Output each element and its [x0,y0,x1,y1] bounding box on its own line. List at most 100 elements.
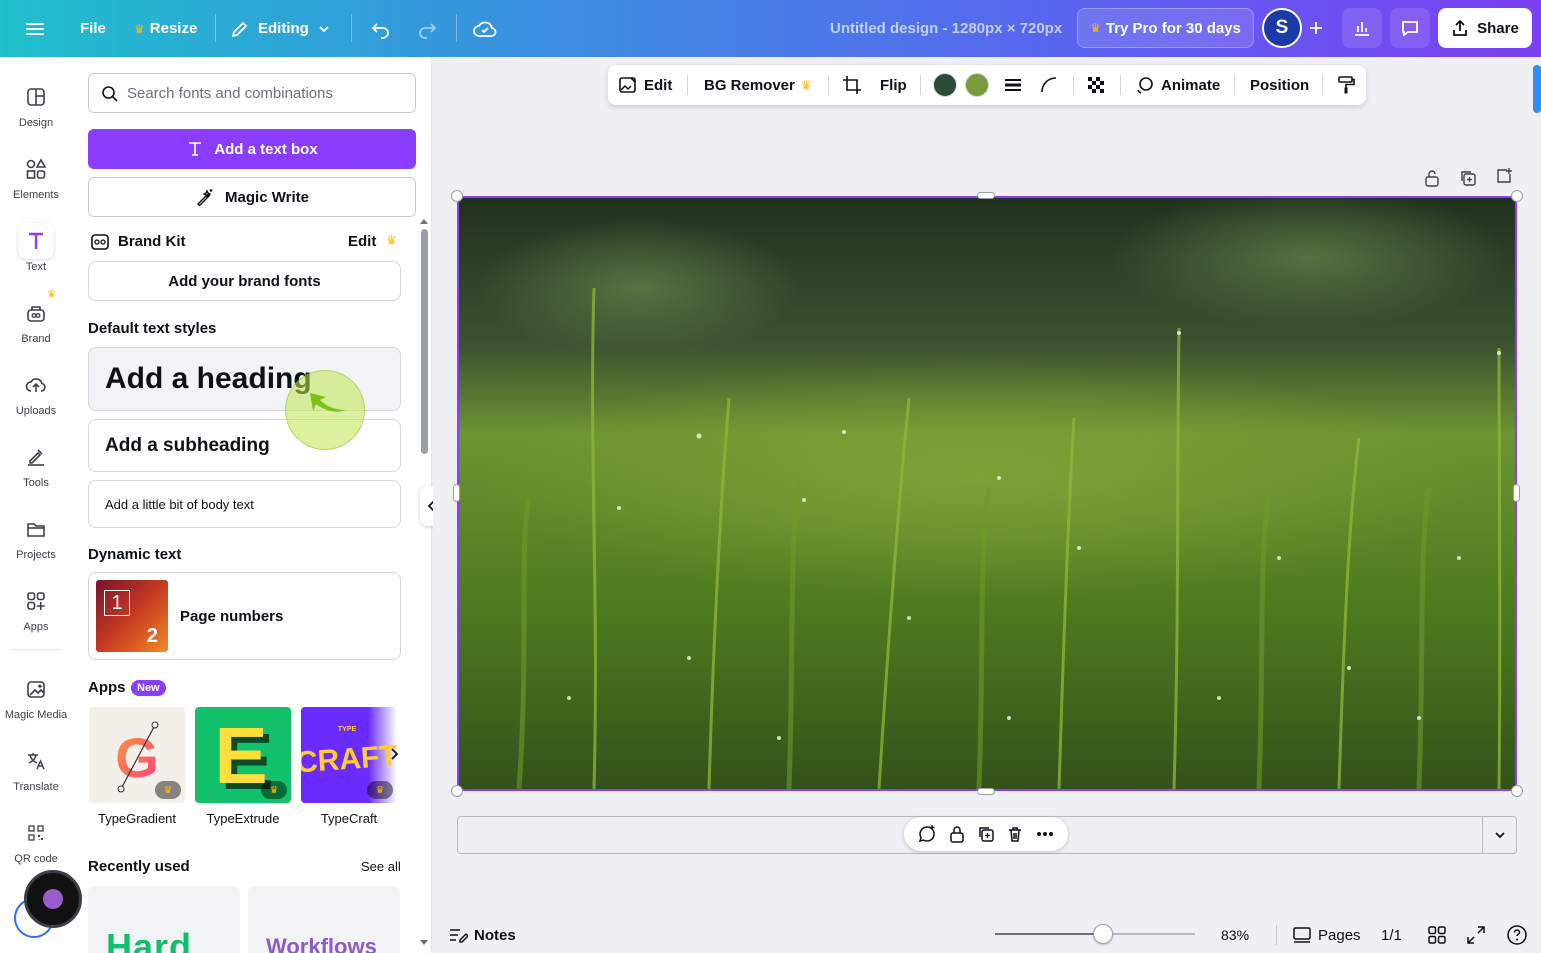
menu-icon[interactable] [24,0,46,57]
rail-item-projects[interactable]: Projects [0,511,72,561]
more-icon[interactable] [1035,824,1055,844]
crown-icon: ♛ [367,781,393,799]
see-all-link[interactable]: See all [361,859,401,874]
crop-icon[interactable] [842,65,862,105]
rail-item-tools[interactable]: Tools [0,439,72,489]
pages-label: Pages [1318,926,1361,944]
resize-handle[interactable] [977,788,995,795]
brand-kit-edit-link[interactable]: Edit [348,233,376,250]
zoom-slider[interactable] [995,924,1195,944]
duplicate-icon[interactable] [977,825,995,843]
expand-pages-button[interactable] [1482,817,1516,853]
assistant-button[interactable] [24,870,82,928]
grid-view-icon[interactable] [1427,925,1447,945]
redo-icon[interactable] [416,0,438,57]
document-title[interactable]: Untitled design - 1280px × 720px [830,0,1062,57]
body-text-style[interactable]: Add a little bit of body text [88,480,401,528]
trash-icon[interactable] [1006,825,1024,843]
color-swatch-green[interactable] [965,73,989,97]
app-typecraft[interactable]: TYPE CRAFT ♛ TypeCraft [301,707,397,826]
rail-item-uploads[interactable]: Uploads [0,367,72,417]
resize-handle[interactable] [1511,785,1523,797]
add-brand-fonts-button[interactable]: Add your brand fonts [88,261,401,301]
resize-handle[interactable] [1513,484,1520,502]
comment-add-icon[interactable] [917,824,937,844]
context-toolbar: Edit BG Remover ♛ Flip Animate Position [608,65,1366,105]
page-count: 1/1 [1381,926,1402,944]
app-typeextrude[interactable]: EE ♛ TypeExtrude [195,707,291,826]
rail-item-translate[interactable]: Translate [0,743,72,793]
rail-item-magic-media[interactable]: Magic Media [0,671,72,721]
chevron-down-icon [1494,832,1505,839]
chevron-right-icon[interactable] [389,746,401,762]
insights-icon[interactable] [1342,8,1382,48]
scroll-up-icon[interactable] [419,217,429,225]
search-placeholder: Search fonts and combinations [127,84,333,102]
lock-icon[interactable] [948,825,966,843]
flip-button[interactable]: Flip [880,65,907,105]
design-canvas[interactable] [457,196,1517,791]
recent-item-label: Hard [106,926,193,953]
copy-style-icon[interactable] [1336,65,1356,105]
page-numbers-card[interactable]: 1 2 Page numbers [88,572,401,660]
app-label: TypeCraft [320,811,378,826]
zoom-slider-thumb[interactable] [1093,924,1113,944]
help-icon[interactable] [1506,924,1528,946]
panel-scrollbar[interactable] [421,229,428,454]
edit-image-button[interactable]: Edit [618,65,672,105]
bg-remover-button[interactable]: BG Remover ♛ [704,65,812,105]
rail-item-text[interactable]: Text [0,223,72,273]
pages-button[interactable]: Pages [1292,925,1361,945]
add-page-icon[interactable] [1495,167,1513,190]
avatar[interactable]: S [1262,8,1302,48]
rail-item-elements[interactable]: Elements [0,151,72,201]
subheading-label: Add a subheading [105,434,270,456]
notes-button[interactable]: Notes [448,925,516,945]
comment-icon[interactable] [1390,8,1430,48]
fullscreen-icon[interactable] [1466,925,1486,945]
resize-button[interactable]: ♛ Resize [134,0,197,57]
rail-item-brand[interactable]: ♛ Brand [0,289,72,345]
corner-rounding-icon[interactable] [1039,65,1059,105]
typeextrude-thumbnail: EE ♛ [195,707,291,803]
recent-item[interactable]: Hard [88,886,240,953]
notes-icon [450,929,468,943]
rail-item-qr-code[interactable]: QR code [0,815,72,865]
rail-label: Brand [21,333,51,345]
add-collaborator-icon[interactable] [1302,8,1330,48]
app-typegradient[interactable]: G ♛ TypeGradient [89,707,185,826]
add-text-box-button[interactable]: Add a text box [88,129,416,169]
file-menu[interactable]: File [80,0,106,57]
cloud-saved-icon[interactable] [473,0,497,57]
resize-handle[interactable] [1511,190,1523,202]
undo-icon[interactable] [370,0,392,57]
try-pro-button[interactable]: ♛ Try Pro for 30 days [1077,8,1254,48]
border-style-icon[interactable] [1003,65,1023,105]
color-swatch-dark[interactable] [933,73,957,97]
rail-label: Design [18,117,54,129]
crown-icon: ♛ [134,21,145,36]
share-button[interactable]: Share [1438,8,1532,48]
animate-button[interactable]: Animate [1135,65,1220,105]
transparency-icon[interactable] [1086,65,1106,105]
text-icon [18,223,54,259]
duplicate-page-icon[interactable] [1459,169,1477,192]
recent-item[interactable]: Workflows [248,886,400,953]
svg-text:CRAFT: CRAFT [301,740,397,780]
rail-item-apps[interactable]: Apps [0,583,72,633]
text-panel: Search fonts and combinations Add a text… [72,57,432,953]
pencil-icon [231,21,248,37]
scroll-down-icon[interactable] [419,939,429,947]
editing-dropdown[interactable]: Editing [230,0,331,57]
resize-handle[interactable] [453,484,460,502]
page-scroll-indicator[interactable] [1533,65,1541,113]
magic-write-button[interactable]: Magic Write [88,177,416,217]
resize-handle[interactable] [451,785,463,797]
search-input[interactable]: Search fonts and combinations [88,73,416,113]
resize-handle[interactable] [977,192,995,199]
rail-item-design[interactable]: Design [0,79,72,129]
lock-page-icon[interactable] [1423,169,1441,192]
resize-handle[interactable] [451,190,463,202]
position-button[interactable]: Position [1250,65,1309,105]
zoom-level[interactable]: 83% [1221,927,1249,943]
